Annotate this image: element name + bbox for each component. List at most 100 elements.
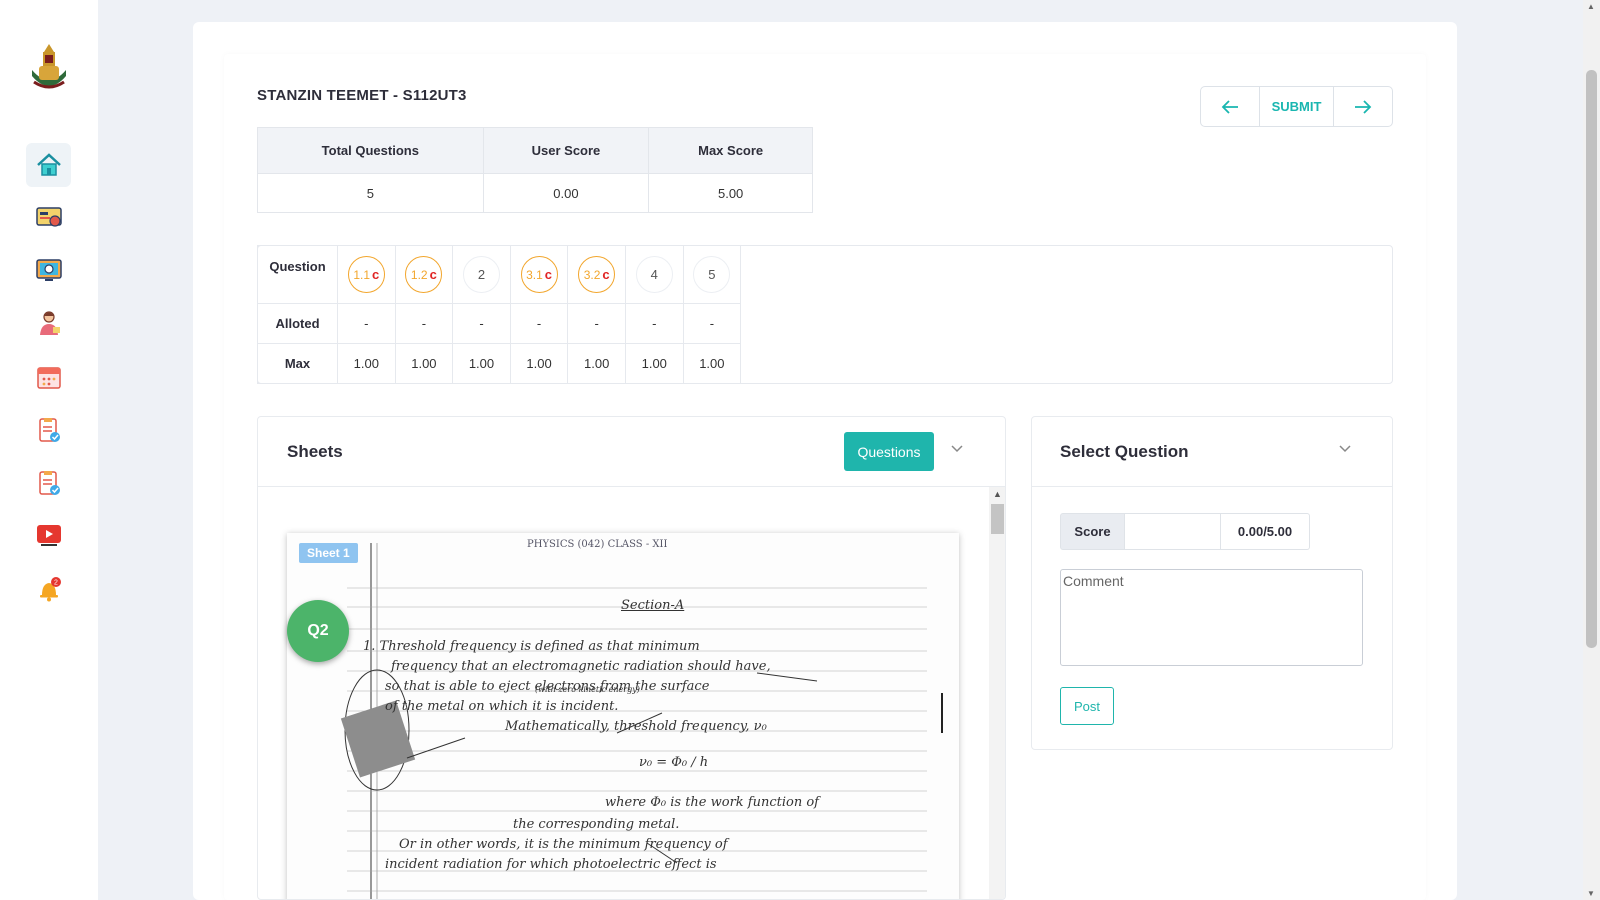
alloted-cell: - — [509, 303, 569, 344]
max-cell: 1.00 — [452, 343, 511, 384]
question-grid: Question 1.1 c 1.2 c 2 3.1 c 3.2 c 4 5 Allot… — [257, 245, 742, 384]
summary-total-questions: 5 — [257, 173, 484, 213]
question-chip-label: 5 — [708, 267, 716, 282]
video-play-icon — [36, 525, 61, 546]
question-chip-label: 2 — [477, 267, 486, 282]
score-input[interactable] — [1125, 513, 1221, 550]
question-chip[interactable]: 4 — [635, 256, 673, 293]
score-label: Score — [1060, 513, 1125, 550]
handwriting-line: of the metal on which it is incident. — [385, 699, 619, 714]
row-label-alloted: Alloted — [257, 303, 338, 344]
handwriting-line: where Φ₀ is the work function of — [605, 795, 819, 810]
alloted-cell: - — [394, 303, 454, 344]
page-scrollbar[interactable]: ▲ ▼ — [1583, 0, 1600, 900]
sidebar-item-home[interactable] — [26, 143, 71, 187]
sidebar-item-teacher[interactable] — [26, 301, 71, 345]
handwriting-formula: ν₀ = Φ₀ / h — [639, 755, 709, 770]
calendar-icon — [36, 367, 61, 389]
arrow-right-icon — [1355, 99, 1372, 114]
summary-header-user-score: User Score — [482, 127, 650, 174]
sheet-header-text: PHYSICS (042) CLASS - XII — [527, 539, 668, 550]
question-chip-label: 1.1 — [353, 267, 371, 282]
submission-nav: SUBMIT — [1200, 86, 1393, 127]
page-scroll-down-icon[interactable]: ▼ — [1587, 889, 1595, 898]
next-button[interactable] — [1334, 87, 1392, 126]
sheets-title: Sheets — [287, 442, 343, 461]
handwriting-line: incident radiation for which photoelectr… — [385, 857, 717, 872]
comment-field[interactable] — [1060, 569, 1363, 666]
question-chip-flag: c — [372, 267, 380, 282]
question-badge[interactable]: Q2 — [287, 600, 349, 662]
notification-count: 2 — [54, 580, 58, 587]
score-max: 0.00/5.00 — [1221, 513, 1310, 550]
question-chip[interactable]: 3.2 c — [578, 256, 616, 293]
answer-sheet-image[interactable]: Sheet 1 PHYSICS (042) CLASS - XII Sectio… — [287, 533, 959, 899]
row-label-question: Question — [257, 245, 338, 304]
question-chip[interactable]: 5 — [693, 256, 731, 293]
handwriting-line: Mathematically, threshold frequency, ν₀ — [505, 719, 767, 734]
question-chip[interactable]: 3.1 c — [520, 256, 558, 293]
question-chip-flag: c — [602, 267, 610, 282]
home-icon — [36, 153, 61, 176]
select-question-header[interactable]: Select Question — [1032, 417, 1392, 487]
sheets-panel: Sheets Questions ▲ Sheet 1 PHYSICS (042)… — [257, 416, 1006, 900]
question-chip-label: 3.2 — [583, 267, 601, 282]
max-cell: 1.00 — [682, 343, 742, 384]
dashboard-report-icon — [35, 207, 62, 227]
page-scroll-up-icon[interactable]: ▲ — [1587, 2, 1595, 11]
question-chip-label: 4 — [650, 267, 658, 282]
sidebar-item-verification[interactable] — [26, 461, 71, 505]
max-cell: 1.00 — [394, 343, 454, 384]
alloted-cell: - — [624, 303, 684, 344]
previous-button[interactable] — [1201, 87, 1259, 126]
page-scrollbar-thumb[interactable] — [1586, 70, 1597, 648]
max-cell: 1.00 — [624, 343, 684, 384]
sheets-scrollbar[interactable]: ▲ — [989, 487, 1005, 899]
question-chip-flag: c — [544, 267, 553, 282]
question-chip-label: 1.2 — [410, 267, 428, 282]
score-summary-table: Total Questions User Score Max Score 5 0… — [257, 127, 813, 213]
notification-bell-icon: 2 — [39, 577, 61, 602]
sidebar-item-evaluation[interactable] — [26, 408, 71, 452]
sidebar-item-calendar[interactable] — [26, 355, 71, 399]
select-question-title: Select Question — [1060, 442, 1189, 461]
sheets-header: Sheets Questions — [258, 417, 1005, 487]
summary-header-max-score: Max Score — [648, 127, 813, 174]
select-question-panel: Select Question Score 0.00/5.00 Post — [1031, 416, 1393, 750]
summary-user-score: 0.00 — [482, 173, 650, 213]
handwriting-line: 1. Threshold frequency is defined as tha… — [363, 639, 700, 654]
alloted-cell: - — [337, 303, 396, 344]
question-chip[interactable]: 1.1 c — [347, 256, 385, 293]
max-cell: 1.00 — [509, 343, 569, 384]
arrow-left-icon — [1221, 99, 1238, 114]
question-chip-flag: c — [429, 267, 437, 282]
sheet-section-heading: Section-A — [621, 598, 685, 613]
sidebar-item-videos[interactable] — [26, 513, 71, 557]
sheets-chevron-down-icon[interactable] — [950, 441, 964, 457]
handwriting-annotation: (with zero kinetic energy) — [535, 685, 640, 694]
scroll-up-arrow-icon[interactable]: ▲ — [993, 489, 1002, 499]
sheets-scrollbar-thumb[interactable] — [991, 504, 1004, 534]
question-chip[interactable]: 1.2 c — [405, 256, 443, 293]
sidebar-item-reports[interactable] — [26, 195, 71, 239]
submit-button[interactable]: SUBMIT — [1259, 87, 1334, 126]
summary-header-total-questions: Total Questions — [257, 127, 484, 174]
summary-max-score: 5.00 — [648, 173, 813, 213]
checklist-verified-icon — [38, 471, 60, 495]
questions-button[interactable]: Questions — [844, 432, 934, 471]
row-label-max: Max — [257, 343, 338, 384]
monitor-camera-icon — [35, 259, 62, 281]
handwriting-line: Or in other words, it is the minimum fre… — [399, 837, 728, 852]
sidebar-item-monitor[interactable] — [26, 248, 71, 292]
sidebar: 2 — [0, 0, 98, 900]
sidebar-item-notifications[interactable]: 2 — [26, 567, 71, 611]
select-question-chevron-down-icon[interactable] — [1338, 441, 1352, 457]
max-cell: 1.00 — [337, 343, 396, 384]
post-button[interactable]: Post — [1060, 687, 1114, 725]
question-chip[interactable]: 2 — [462, 256, 500, 293]
checklist-icon — [38, 418, 60, 442]
question-chip-label: 3.1 — [526, 267, 543, 282]
alloted-cell: - — [682, 303, 742, 344]
handwriting-line: the corresponding metal. — [513, 817, 680, 832]
emblem-logo[interactable] — [26, 40, 72, 92]
